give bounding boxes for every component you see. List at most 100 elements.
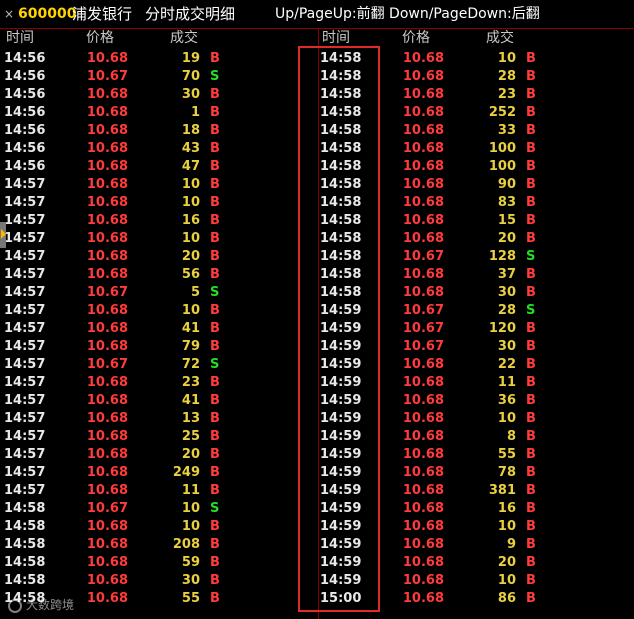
table-row: 14:57 10.67 5 S <box>0 284 300 302</box>
trade-time: 14:58 <box>4 519 46 534</box>
right-time-header: 时间 <box>322 30 350 46</box>
trade-time: 14:57 <box>4 411 46 426</box>
trade-time: 14:57 <box>4 177 46 192</box>
trade-volume: 20 <box>181 447 200 462</box>
trade-time: 14:57 <box>4 339 46 354</box>
trade-volume: 18 <box>181 123 200 138</box>
trade-volume: 36 <box>497 393 516 408</box>
trade-price: 10.68 <box>86 375 128 390</box>
trade-side: B <box>210 87 220 102</box>
trade-side: B <box>526 195 536 210</box>
trade-volume: 72 <box>181 357 200 372</box>
trade-price: 10.68 <box>86 159 128 174</box>
trade-price: 10.67 <box>402 321 444 336</box>
trade-time: 14:57 <box>4 447 46 462</box>
trade-price: 10.68 <box>402 393 444 408</box>
trade-side: B <box>210 159 220 174</box>
trade-volume: 59 <box>181 555 200 570</box>
trade-side: B <box>210 339 220 354</box>
table-row: 14:56 10.68 30 B <box>0 86 300 104</box>
trade-volume: 78 <box>497 465 516 480</box>
trade-time: 14:58 <box>4 555 46 570</box>
trade-price: 10.67 <box>86 285 128 300</box>
table-row: 14:57 10.68 20 B <box>0 446 300 464</box>
trade-price: 10.68 <box>86 465 128 480</box>
trade-side: B <box>526 285 536 300</box>
trade-volume: 37 <box>497 267 516 282</box>
trade-price: 10.68 <box>402 555 444 570</box>
trade-price: 10.68 <box>402 177 444 192</box>
trade-volume: 56 <box>181 267 200 282</box>
trade-price: 10.68 <box>402 105 444 120</box>
trade-side: B <box>210 411 220 426</box>
trade-volume: 10 <box>497 519 516 534</box>
trade-side: B <box>210 555 220 570</box>
trade-price: 10.68 <box>402 537 444 552</box>
trade-side: B <box>526 465 536 480</box>
trade-side: B <box>210 177 220 192</box>
trade-volume: 41 <box>181 393 200 408</box>
watermark-text: 大数跨境 <box>26 598 75 612</box>
trade-volume: 10 <box>181 177 200 192</box>
trade-side: B <box>526 375 536 390</box>
trade-side: B <box>526 159 536 174</box>
trade-volume: 8 <box>506 429 516 444</box>
trade-price: 10.67 <box>86 501 128 516</box>
trade-side: B <box>210 249 220 264</box>
watermark: 大数跨境 <box>8 597 74 613</box>
trade-price: 10.68 <box>402 429 444 444</box>
trade-volume: 16 <box>497 501 516 516</box>
trade-price: 10.67 <box>86 69 128 84</box>
trade-volume: 20 <box>497 231 516 246</box>
trade-side: S <box>526 249 536 264</box>
trade-side: B <box>526 393 536 408</box>
trade-volume: 10 <box>497 573 516 588</box>
trade-volume: 33 <box>497 123 516 138</box>
trade-price: 10.68 <box>402 519 444 534</box>
trade-price: 10.68 <box>402 501 444 516</box>
trade-volume: 381 <box>488 483 516 498</box>
trade-price: 10.68 <box>86 105 128 120</box>
trade-volume: 20 <box>181 249 200 264</box>
expand-arrow-icon[interactable] <box>1 229 6 239</box>
trade-side: B <box>526 213 536 228</box>
trade-volume: 10 <box>181 231 200 246</box>
trade-price: 10.68 <box>402 195 444 210</box>
table-row: 14:56 10.67 70 S <box>0 68 300 86</box>
trade-side: B <box>526 357 536 372</box>
table-row: 14:56 10.68 18 B <box>0 122 300 140</box>
trade-side: B <box>526 123 536 138</box>
trade-price: 10.68 <box>86 537 128 552</box>
trade-price: 10.68 <box>402 357 444 372</box>
trade-volume: 249 <box>172 465 200 480</box>
trade-side: B <box>210 213 220 228</box>
trade-volume: 30 <box>497 285 516 300</box>
trade-volume: 10 <box>181 501 200 516</box>
trade-side: B <box>210 429 220 444</box>
trade-time: 14:56 <box>4 123 46 138</box>
trade-side: B <box>526 177 536 192</box>
trade-price: 10.67 <box>402 303 444 318</box>
trade-time: 14:57 <box>4 465 46 480</box>
trade-volume: 28 <box>497 303 516 318</box>
trade-price: 10.68 <box>86 411 128 426</box>
trade-volume: 30 <box>497 339 516 354</box>
trade-volume: 23 <box>497 87 516 102</box>
table-row: 14:57 10.68 10 B <box>0 302 300 320</box>
trade-side: B <box>210 51 220 66</box>
panel-title: 分时成交明细 <box>145 5 236 23</box>
trade-volume: 128 <box>488 249 516 264</box>
trade-price: 10.67 <box>402 339 444 354</box>
trade-time: 14:57 <box>4 213 46 228</box>
trade-time: 14:58 <box>4 573 46 588</box>
trade-side: B <box>526 573 536 588</box>
table-row: 14:57 10.68 41 B <box>0 392 300 410</box>
table-row: 14:56 10.68 43 B <box>0 140 300 158</box>
trade-volume: 1 <box>190 105 200 120</box>
close-icon[interactable]: × <box>4 0 14 28</box>
trade-price: 10.67 <box>402 249 444 264</box>
trade-volume: 11 <box>497 375 516 390</box>
trade-volume: 83 <box>497 195 516 210</box>
trade-volume: 30 <box>181 573 200 588</box>
trade-price: 10.68 <box>402 87 444 102</box>
